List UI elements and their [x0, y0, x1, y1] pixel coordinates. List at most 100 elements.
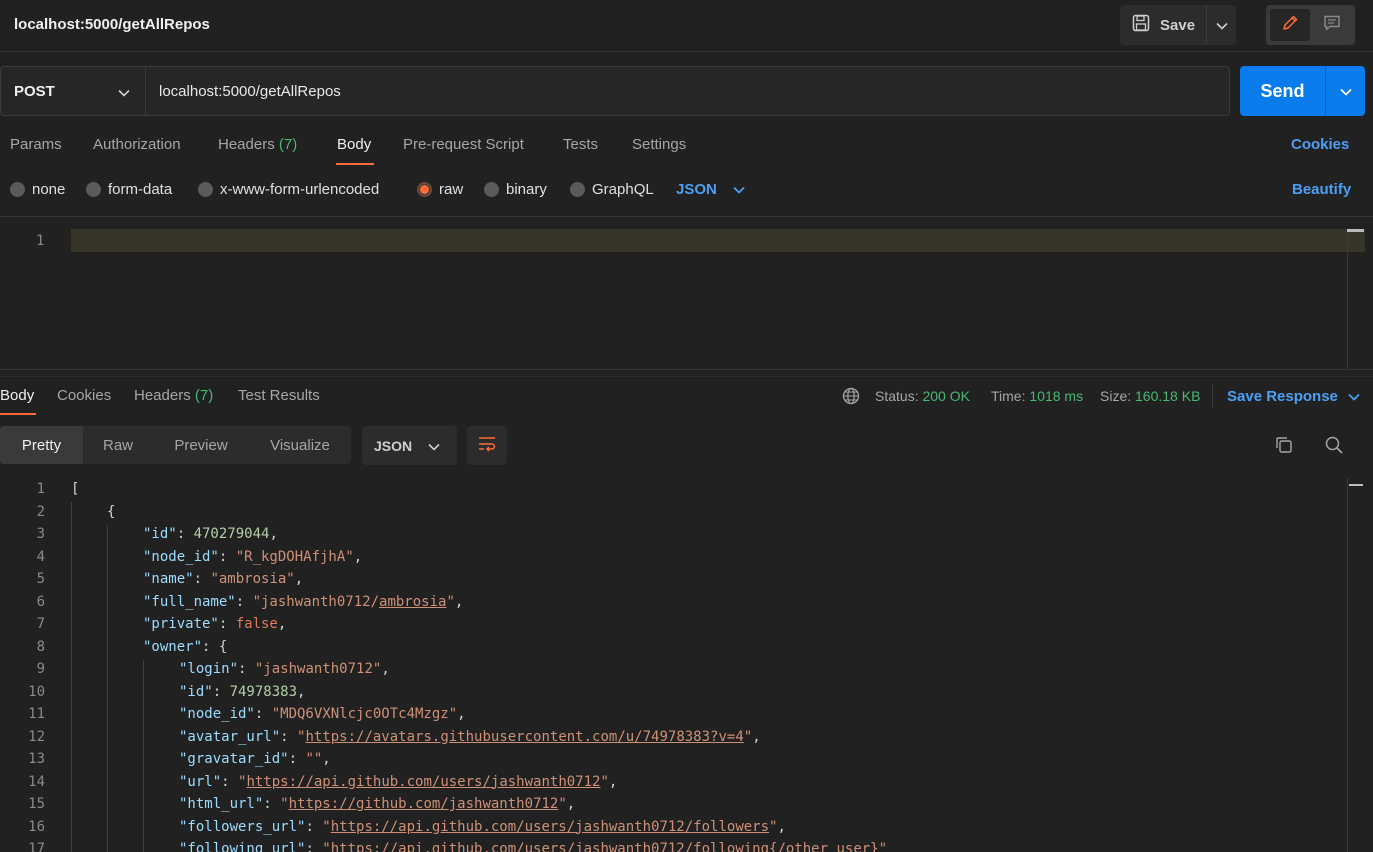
radio-raw-label: raw [439, 181, 464, 198]
radio-binary[interactable]: binary [484, 181, 547, 198]
tab-headers[interactable]: Headers (7) [218, 136, 297, 153]
line-number: 11 [28, 706, 45, 722]
code-line: "html_url": "https://github.com/jashwant… [179, 796, 575, 812]
request-title[interactable]: localhost:5000/getAllRepos [14, 16, 210, 33]
json-token: , [457, 706, 466, 722]
beautify-link[interactable]: Beautify [1292, 181, 1351, 198]
scrollbar-marker [1349, 484, 1363, 486]
json-link[interactable]: https://api.github.com/users/jashwanth07… [246, 774, 600, 790]
json-link[interactable]: https://avatars.githubusercontent.com/u/… [305, 729, 743, 745]
response-format-select[interactable]: JSON [362, 426, 457, 465]
editor-scrollbar[interactable] [1347, 229, 1364, 369]
tab-params[interactable]: Params [10, 136, 62, 153]
body-format-select[interactable]: JSON [676, 181, 745, 198]
view-pretty[interactable]: Pretty [0, 426, 83, 464]
wrap-lines-icon [477, 436, 497, 456]
json-token: , [752, 728, 761, 745]
send-button[interactable]: Send [1240, 66, 1325, 116]
response-tab-headers-label: Headers [134, 387, 191, 404]
chevron-down-icon [118, 84, 130, 101]
tab-settings[interactable]: Settings [632, 136, 686, 153]
radio-raw[interactable]: raw [417, 181, 463, 198]
cookies-link[interactable]: Cookies [1291, 136, 1349, 153]
line-number: 1 [36, 481, 45, 497]
json-key: "html_url" [179, 796, 264, 812]
json-key: "node_id" [143, 548, 219, 565]
radio-circle [570, 182, 585, 197]
json-key: "followers_url" [179, 818, 306, 835]
json-token: : [263, 796, 281, 812]
json-token: : [235, 593, 253, 610]
json-token: , [566, 796, 576, 812]
json-link[interactable]: https://api.github.com/users/jashwanth07… [331, 841, 879, 852]
response-tab-body[interactable]: Body [0, 387, 34, 404]
json-token: " [743, 728, 753, 745]
size-info[interactable]: Size: 160.18 KB [1100, 388, 1200, 404]
code-line: "following_url": "https://api.github.com… [179, 841, 887, 852]
status-info[interactable]: Status: 200 OK [875, 388, 970, 404]
radio-graphql[interactable]: GraphQL [570, 181, 654, 198]
scrollbar-marker [1347, 229, 1364, 232]
url-input[interactable]: localhost:5000/getAllRepos [145, 66, 1230, 116]
save-options-button[interactable] [1206, 5, 1236, 45]
radio-circle [86, 182, 101, 197]
radio-circle [198, 182, 213, 197]
response-tab-test-results[interactable]: Test Results [238, 387, 320, 404]
mode-toggle-group [1266, 5, 1355, 45]
status-value: 200 OK [922, 388, 970, 404]
radio-urlencoded[interactable]: x-www-form-urlencoded [198, 181, 379, 198]
json-token: " [322, 818, 331, 835]
view-preview[interactable]: Preview [153, 426, 249, 464]
comments-button[interactable] [1312, 9, 1352, 41]
json-link[interactable]: https://github.com/jashwanth0712 [289, 796, 559, 812]
radio-none[interactable]: none [10, 181, 65, 198]
time-label: Time: [991, 388, 1026, 404]
radio-form-data-label: form-data [108, 181, 173, 198]
time-info[interactable]: Time: 1018 ms [991, 388, 1083, 404]
view-raw[interactable]: Raw [83, 426, 153, 464]
chevron-down-icon [1339, 83, 1352, 100]
edit-mode-button[interactable] [1270, 9, 1310, 41]
json-token: "jashwanth0712" [254, 661, 382, 677]
indent-guide [107, 525, 108, 852]
comment-icon [1323, 14, 1341, 36]
json-token: " [446, 593, 455, 610]
copy-icon[interactable] [1274, 435, 1294, 459]
code-line: "private": false, [143, 616, 286, 632]
response-tab-cookies[interactable]: Cookies [57, 387, 111, 404]
json-key: "url" [179, 773, 222, 790]
tab-body[interactable]: Body [337, 136, 371, 153]
save-button[interactable]: Save [1120, 5, 1206, 45]
globe-icon[interactable] [842, 387, 860, 409]
view-visualize[interactable]: Visualize [249, 426, 351, 464]
json-link[interactable]: ambrosia [379, 594, 446, 610]
wrap-lines-button[interactable] [467, 426, 507, 465]
size-label: Size: [1100, 388, 1132, 404]
json-token: , [277, 616, 287, 632]
send-options-button[interactable] [1325, 66, 1365, 116]
request-body-editor[interactable]: 1 [0, 216, 1373, 370]
response-tab-headers[interactable]: Headers (7) [134, 387, 213, 404]
pencil-icon [1281, 14, 1299, 36]
tab-tests[interactable]: Tests [563, 136, 598, 153]
radio-urlencoded-label: x-www-form-urlencoded [220, 181, 380, 198]
json-token: : [238, 661, 255, 677]
tab-prerequest-script[interactable]: Pre-request Script [403, 136, 524, 153]
json-token: , [608, 773, 618, 790]
tab-authorization[interactable]: Authorization [93, 136, 181, 153]
search-icon[interactable] [1324, 435, 1344, 459]
line-number: 6 [36, 593, 45, 610]
code-line: { [107, 504, 115, 520]
json-token: " [280, 796, 289, 812]
response-body-viewer[interactable]: 1 [2 {3 "id": 470279044, 4 "node_id": "R_kgDO… [0, 478, 1373, 852]
json-token: 470279044 [193, 526, 270, 542]
json-token: : [254, 706, 272, 722]
json-token: "ambrosia" [210, 571, 295, 587]
line-number: 7 [36, 616, 45, 632]
radio-form-data[interactable]: form-data [86, 181, 172, 198]
save-response-button[interactable]: Save Response [1227, 388, 1360, 405]
json-token: "" [305, 751, 323, 767]
json-link[interactable]: https://api.github.com/users/jashwanth07… [331, 819, 769, 835]
save-response-label: Save Response [1227, 388, 1338, 405]
response-scrollbar[interactable] [1347, 478, 1364, 852]
